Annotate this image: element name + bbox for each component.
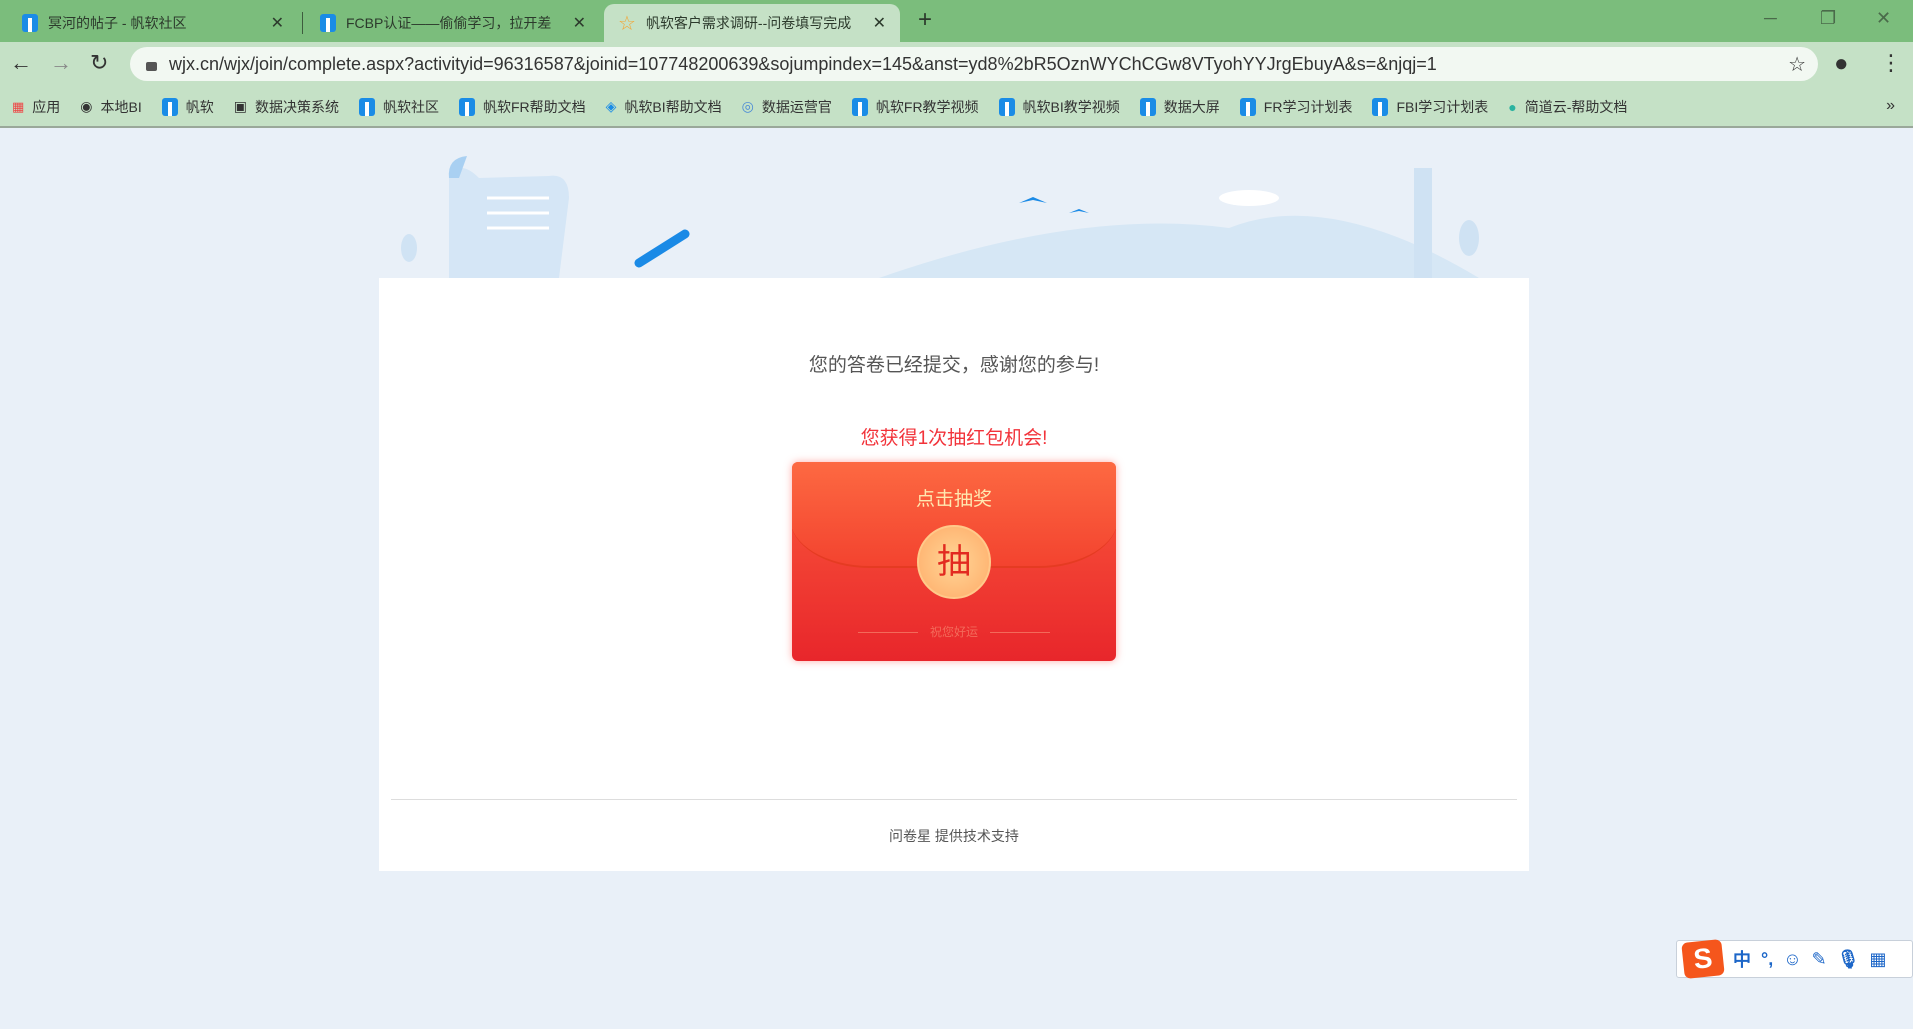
url-text: wjx.cn/wjx/join/complete.aspx?activityid… (169, 53, 1437, 74)
bookmark-label: 本地BI (100, 98, 142, 115)
close-tab-icon[interactable]: ✕ (873, 13, 886, 33)
bookmark[interactable]: 帆软BI教学视频 (998, 97, 1120, 117)
bookmark-label: 帆软社区 (382, 98, 439, 115)
bookmark-label: 简道云-帮助文档 (1524, 98, 1628, 115)
bookmark-label: 数据大屏 (1163, 98, 1220, 115)
bookmark[interactable]: FR学习计划表 (1239, 97, 1353, 117)
fanruan-icon (851, 97, 868, 116)
close-tab-icon[interactable]: ✕ (573, 13, 586, 33)
ime-toolbar: S 中 °, ☺ ✎ 🎙 ▦ (1676, 939, 1913, 979)
tab-title: 帆软客户需求调研--问卷填写完成 (645, 15, 852, 31)
sogou-logo-icon[interactable]: S (1681, 939, 1725, 979)
bookmark[interactable]: ● 简道云-帮助文档 (1508, 97, 1627, 117)
owl-icon: ◎ (741, 98, 754, 114)
bookmark[interactable]: ◈ 帆软BI帮助文档 (606, 97, 722, 117)
bookmark[interactable]: FBI学习计划表 (1372, 97, 1488, 117)
draw-prize-label: 点击抽奖 (915, 489, 992, 510)
emoji-icon[interactable]: ☺ (1783, 949, 1801, 970)
good-luck-text: 祝您好运 (792, 623, 1116, 640)
bookmarks-more-button[interactable]: » (1886, 97, 1895, 115)
fanruan-icon (22, 14, 38, 32)
fanruan-icon (161, 97, 178, 116)
close-window-icon[interactable]: ✕ (1876, 8, 1891, 29)
red-envelope-draw-button[interactable]: 点击抽奖 抽 祝您好运 (792, 462, 1116, 661)
bookmark-label: 帆软FR教学视频 (875, 98, 979, 115)
chinese-mode-icon[interactable]: 中 (1733, 946, 1751, 972)
bookmark[interactable]: 帆软FR帮助文档 (458, 97, 586, 117)
forward-icon[interactable]: → (50, 50, 72, 76)
tab-separator (302, 12, 303, 34)
fanruan-bi-icon: ◈ (605, 98, 617, 114)
toolbox-grid-icon[interactable]: ▦ (1870, 949, 1887, 970)
header-illustration (401, 156, 1479, 278)
fanruan-icon (1239, 97, 1256, 116)
bookmark-label: 帆软BI教学视频 (1022, 98, 1120, 115)
prize-chance-message: 您获得1次抽红包机会! (860, 428, 1048, 449)
globe-icon: ◉ (80, 98, 93, 114)
fanruan-icon (320, 14, 336, 32)
menu-icon[interactable]: ⋮ (1880, 50, 1902, 76)
bookmark-label: FR学习计划表 (1263, 98, 1353, 115)
tab-2[interactable]: FCBP认证——偷偷学习，拉开差 ✕ (306, 4, 600, 42)
fanruan-icon (458, 97, 475, 116)
lock-icon (146, 61, 157, 71)
tab-1[interactable]: 冥河的帖子 - 帆软社区 ✕ (8, 4, 298, 42)
draw-coin-button[interactable]: 抽 (917, 525, 991, 599)
footer-credit: 问卷星 提供技术支持 (889, 828, 1019, 844)
bookmark[interactable]: 帆软FR教学视频 (851, 97, 979, 117)
image-icon: ▣ (233, 98, 247, 114)
apps-grid-icon: ▦ (12, 98, 25, 114)
completion-card: 您的答卷已经提交，感谢您的参与! 您获得1次抽红包机会! 点击抽奖 抽 祝您好运… (379, 278, 1529, 871)
microphone-icon[interactable]: 🎙 (1837, 949, 1860, 970)
bookmark[interactable]: ◎ 数据运营官 (742, 97, 832, 117)
fanruan-icon (1372, 97, 1389, 116)
new-tab-button[interactable]: + (918, 6, 932, 34)
toolbar: ← → ↻ wjx.cn/wjx/join/complete.aspx?acti… (0, 42, 1913, 87)
bookmark[interactable]: 帆软社区 (358, 97, 439, 117)
divider (391, 799, 1517, 800)
tab-3-active[interactable]: ☆ 帆软客户需求调研--问卷填写完成 ✕ (604, 4, 900, 42)
bookmark[interactable]: ◉ 本地BI (80, 97, 141, 117)
bookmarks-bar: ▦ 应用 ◉ 本地BI 帆软 ▣ 数据决策系统 帆软社区 帆软FR帮助文档 ◈ 帆软BI… (0, 87, 1913, 128)
handwriting-icon[interactable]: ✎ (1812, 949, 1827, 970)
close-tab-icon[interactable]: ✕ (271, 13, 284, 33)
reload-icon[interactable]: ↻ (90, 50, 108, 76)
bookmark-label: 帆软BI帮助文档 (624, 98, 722, 115)
bookmark-label: FBI学习计划表 (1396, 98, 1489, 115)
bookmark-apps[interactable]: ▦ 应用 (12, 97, 60, 117)
minimize-icon[interactable]: ─ (1764, 8, 1777, 29)
bookmark-label: 数据决策系统 (254, 98, 339, 115)
bookmark[interactable]: 帆软 (161, 97, 214, 117)
jiandaoyun-icon: ● (1508, 98, 1517, 115)
profile-icon[interactable]: ● (1834, 50, 1849, 78)
bookmark-label: 应用 (32, 98, 61, 115)
bookmark-label: 帆软 (185, 98, 214, 115)
fanruan-icon (998, 97, 1015, 116)
bookmark-label: 数据运营官 (761, 98, 832, 115)
address-bar[interactable]: wjx.cn/wjx/join/complete.aspx?activityid… (130, 47, 1818, 81)
back-icon[interactable]: ← (10, 50, 32, 76)
fanruan-icon (358, 97, 375, 116)
tab-title: 冥河的帖子 - 帆软社区 (48, 15, 187, 31)
bookmark[interactable]: ▣ 数据决策系统 (234, 97, 339, 117)
bookmark[interactable]: 数据大屏 (1139, 97, 1220, 117)
tab-bar: 冥河的帖子 - 帆软社区 ✕ FCBP认证——偷偷学习，拉开差 ✕ ☆ 帆软客户… (0, 0, 1913, 42)
bookmark-label: 帆软FR帮助文档 (482, 98, 586, 115)
tab-title: FCBP认证——偷偷学习，拉开差 (346, 15, 552, 31)
punctuation-icon[interactable]: °, (1761, 949, 1773, 970)
restore-icon[interactable]: ❐ (1820, 8, 1836, 29)
star-icon: ☆ (618, 12, 636, 35)
bookmark-star-icon[interactable]: ☆ (1788, 52, 1806, 77)
submission-thanks-message: 您的答卷已经提交，感谢您的参与! (808, 355, 1100, 376)
fanruan-icon (1139, 97, 1156, 116)
